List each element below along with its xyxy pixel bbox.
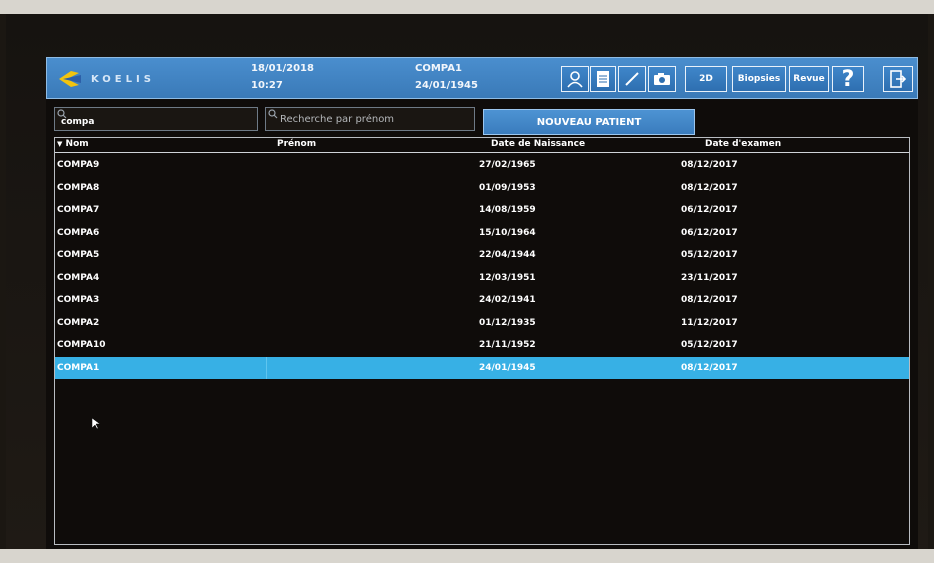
table-row[interactable]: COMPA6 15/10/1964 06/12/2017 xyxy=(55,222,909,244)
header-patient-birth: 24/01/1945 xyxy=(415,80,478,91)
firstname-search-placeholder: Recherche par prénom xyxy=(280,114,395,125)
cell-naissance: 27/02/1965 xyxy=(479,160,536,170)
cell-nom: COMPA7 xyxy=(57,205,100,215)
cell-naissance: 12/03/1951 xyxy=(479,272,536,283)
monitor-bezel-bottom xyxy=(0,549,934,563)
header-date: 18/01/2018 xyxy=(251,63,314,74)
document-icon xyxy=(597,71,609,87)
cell-nom: COMPA9 xyxy=(57,160,100,170)
header-patient-name: COMPA1 xyxy=(415,63,462,74)
search-icon xyxy=(268,109,278,119)
koelis-logo: KOELIS xyxy=(57,69,155,89)
cell-examen: 23/11/2017 xyxy=(681,272,738,283)
koelis-logo-icon xyxy=(59,71,81,87)
cell-naissance: 24/02/1941 xyxy=(479,295,536,305)
cell-nom: COMPA8 xyxy=(57,182,100,193)
cell-divider xyxy=(266,356,267,379)
table-row[interactable]: COMPA5 22/04/1944 05/12/2017 xyxy=(55,244,909,266)
exit-icon xyxy=(890,70,906,88)
name-search-field[interactable]: compa xyxy=(54,107,258,131)
cell-nom: COMPA3 xyxy=(57,295,100,305)
patient-button[interactable] xyxy=(561,66,589,92)
cell-nom: COMPA1 xyxy=(57,362,100,373)
biopsies-button[interactable]: Biopsies xyxy=(732,66,786,92)
camera-icon xyxy=(654,73,670,85)
logo-text: KOELIS xyxy=(91,73,155,85)
cell-examen: 08/12/2017 xyxy=(681,182,738,193)
cell-naissance: 01/09/1953 xyxy=(479,182,536,193)
table-row[interactable]: COMPA7 14/08/1959 06/12/2017 xyxy=(55,199,909,221)
cell-naissance: 14/08/1959 xyxy=(479,205,536,215)
cell-examen: 08/12/2017 xyxy=(681,362,738,373)
table-row[interactable]: COMPA1 24/01/1945 08/12/2017 xyxy=(55,356,909,379)
help-button[interactable]: ? xyxy=(832,66,864,92)
column-header-nom[interactable]: ▼ Nom xyxy=(57,139,89,149)
cell-examen: 11/12/2017 xyxy=(681,317,738,328)
column-header-examen[interactable]: Date d'examen xyxy=(705,139,781,149)
revue-button[interactable]: Revue xyxy=(789,66,829,92)
cell-nom: COMPA6 xyxy=(57,227,100,238)
name-search-value: compa xyxy=(61,117,95,127)
cell-nom: COMPA10 xyxy=(57,340,106,350)
patient-table: ▼ Nom Prénom Date de Naissance Date d'ex… xyxy=(54,137,910,545)
cell-examen: 08/12/2017 xyxy=(681,295,738,305)
capture-button[interactable] xyxy=(648,66,676,92)
firstname-search-field[interactable]: Recherche par prénom xyxy=(265,107,475,131)
cell-naissance: 24/01/1945 xyxy=(479,362,536,373)
new-patient-button[interactable]: NOUVEAU PATIENT xyxy=(483,109,695,135)
cell-examen: 06/12/2017 xyxy=(681,227,738,238)
user-icon xyxy=(567,71,583,88)
cell-examen: 06/12/2017 xyxy=(681,205,738,215)
mode-2d-button[interactable]: 2D xyxy=(685,66,727,92)
table-row[interactable]: COMPA8 01/09/1953 08/12/2017 xyxy=(55,177,909,199)
column-header-naissance[interactable]: Date de Naissance xyxy=(491,139,585,149)
table-header: ▼ Nom Prénom Date de Naissance Date d'ex… xyxy=(55,138,909,153)
cell-examen: 05/12/2017 xyxy=(681,340,738,350)
table-row[interactable]: COMPA2 01/12/1935 11/12/2017 xyxy=(55,312,909,334)
header-bar: KOELIS 18/01/2018 10:27 COMPA1 24/01/194… xyxy=(46,57,918,99)
pencil-icon xyxy=(625,72,639,86)
table-row[interactable]: COMPA9 27/02/1965 08/12/2017 xyxy=(55,154,909,176)
monitor: KOELIS 18/01/2018 10:27 COMPA1 24/01/194… xyxy=(6,14,928,552)
cell-naissance: 15/10/1964 xyxy=(479,227,536,238)
cell-naissance: 21/11/1952 xyxy=(479,340,536,350)
edit-button[interactable] xyxy=(618,66,646,92)
cell-nom: COMPA2 xyxy=(57,317,100,328)
header-time: 10:27 xyxy=(251,80,283,91)
cell-examen: 05/12/2017 xyxy=(681,250,738,260)
cell-nom: COMPA5 xyxy=(57,250,100,260)
column-header-prenom[interactable]: Prénom xyxy=(277,139,316,149)
app-window: KOELIS 18/01/2018 10:27 COMPA1 24/01/194… xyxy=(46,57,918,552)
table-row[interactable]: COMPA10 21/11/1952 05/12/2017 xyxy=(55,334,909,356)
monitor-bezel-top xyxy=(0,0,934,14)
cell-examen: 08/12/2017 xyxy=(681,160,738,170)
table-row[interactable]: COMPA4 12/03/1951 23/11/2017 xyxy=(55,267,909,289)
cell-naissance: 22/04/1944 xyxy=(479,250,536,260)
column-header-nom-label: Nom xyxy=(65,139,89,149)
table-row[interactable]: COMPA3 24/02/1941 08/12/2017 xyxy=(55,289,909,311)
cell-nom: COMPA4 xyxy=(57,272,100,283)
cell-naissance: 01/12/1935 xyxy=(479,317,536,328)
mouse-cursor-icon xyxy=(92,418,100,430)
report-button[interactable] xyxy=(590,66,616,92)
logout-button[interactable] xyxy=(883,66,913,92)
sort-desc-icon: ▼ xyxy=(57,140,63,148)
